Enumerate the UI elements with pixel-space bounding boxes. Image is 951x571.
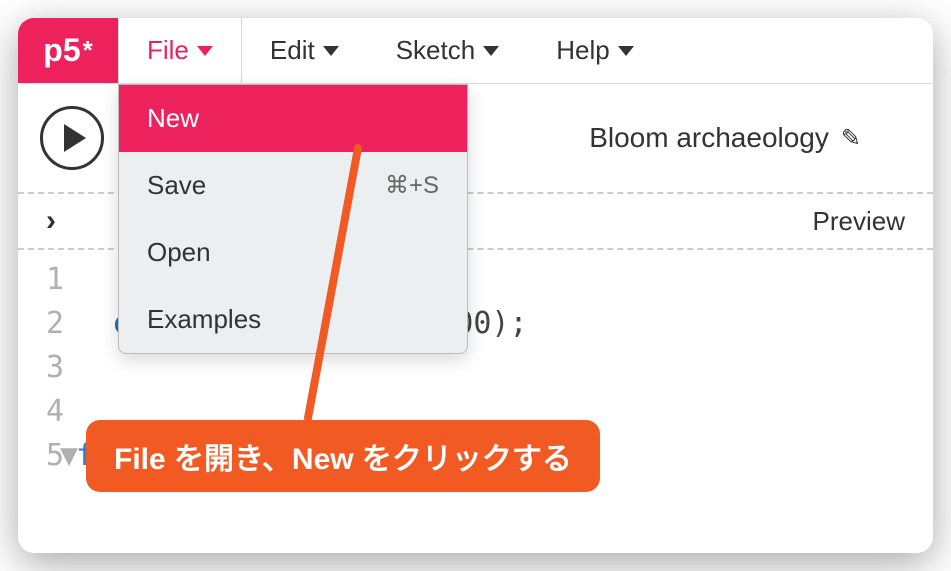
dropdown-label: Examples	[147, 304, 261, 335]
editor-window: p5* File Edit Sketch Help Bloom archaeol…	[18, 18, 933, 553]
menu-edit[interactable]: Edit	[242, 18, 368, 83]
menu-edit-label: Edit	[270, 35, 315, 66]
menu-sketch-label: Sketch	[396, 35, 476, 66]
dropdown-item-new[interactable]: New	[119, 85, 467, 152]
play-icon	[64, 124, 86, 152]
menu-help-label: Help	[556, 35, 609, 66]
dropdown-label: Save	[147, 170, 206, 201]
dropdown-item-open[interactable]: Open	[119, 219, 467, 286]
shortcut-text: ⌘+S	[385, 171, 439, 200]
logo-star: *	[83, 35, 93, 66]
chevron-right-icon[interactable]: ›	[46, 204, 56, 238]
menu-file[interactable]: File	[118, 18, 242, 83]
logo-text: p5	[43, 32, 80, 69]
line-number: 3	[18, 346, 64, 390]
line-number: 4	[18, 390, 64, 434]
sketch-name[interactable]: Bloom archaeology ✎	[589, 122, 861, 154]
menubar: p5* File Edit Sketch Help	[18, 18, 933, 84]
caret-down-icon	[197, 46, 213, 56]
line-number: 2	[18, 302, 64, 346]
menu-file-label: File	[147, 35, 189, 66]
file-dropdown: New Save ⌘+S Open Examples	[118, 84, 468, 354]
line-number-row: 5▼	[18, 434, 64, 478]
dropdown-item-save[interactable]: Save ⌘+S	[119, 152, 467, 219]
p5-logo: p5*	[18, 18, 118, 83]
menu-help[interactable]: Help	[528, 18, 662, 83]
sketch-name-text: Bloom archaeology	[589, 122, 829, 154]
dropdown-label: Open	[147, 237, 211, 268]
gutter: 1 2 3 4 5▼	[18, 258, 76, 478]
play-button[interactable]	[40, 106, 104, 170]
dropdown-item-examples[interactable]: Examples	[119, 286, 467, 353]
caret-down-icon	[323, 46, 339, 56]
preview-label: Preview	[813, 206, 905, 237]
pencil-icon[interactable]: ✎	[841, 124, 861, 153]
dropdown-label: New	[147, 103, 199, 134]
fold-icon[interactable]: ▼	[60, 434, 78, 478]
caret-down-icon	[483, 46, 499, 56]
menu-sketch[interactable]: Sketch	[368, 18, 529, 83]
annotation-callout: File を開き、New をクリックする	[86, 420, 600, 492]
line-number: 1	[18, 258, 64, 302]
caret-down-icon	[618, 46, 634, 56]
annotation-text: File を開き、New をクリックする	[114, 443, 572, 476]
